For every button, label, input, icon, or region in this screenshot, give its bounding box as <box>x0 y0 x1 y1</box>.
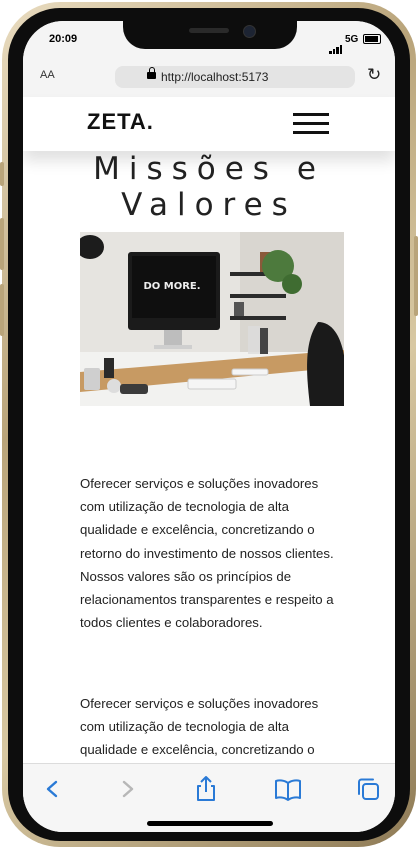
front-camera <box>243 25 256 38</box>
volume-down-button <box>0 284 4 336</box>
speaker <box>189 28 229 33</box>
page-title: Missões e Valores <box>93 151 325 223</box>
bookmarks-icon[interactable] <box>273 774 303 804</box>
forward-arrow-icon[interactable] <box>113 774 143 804</box>
site-header: ZETA. <box>23 97 395 151</box>
hero-image: DO MORE. <box>80 232 344 406</box>
site-logo[interactable]: ZETA. <box>87 109 154 135</box>
desk-photo: DO MORE. <box>80 232 344 406</box>
tabs-icon[interactable] <box>353 774 383 804</box>
mute-switch <box>0 162 4 186</box>
power-button <box>414 236 418 316</box>
notch <box>123 21 297 49</box>
signal-icon <box>329 36 343 54</box>
hamburger-menu-icon[interactable] <box>293 113 329 135</box>
reload-icon[interactable]: ↻ <box>367 66 381 83</box>
screen-text: DO MORE. <box>143 281 200 292</box>
status-time: 20:09 <box>49 33 78 45</box>
browser-toolbar <box>23 763 395 832</box>
page-content: Missões e Valores DO MORE. Oferecer serv… <box>23 151 395 763</box>
lock-icon <box>147 67 156 79</box>
network-label: 5G <box>345 34 359 45</box>
back-arrow-icon[interactable] <box>37 774 67 804</box>
browser-address-bar: AA http://localhost:5173 ↻ <box>23 61 395 98</box>
text-size-button[interactable]: AA <box>40 69 55 81</box>
share-icon[interactable] <box>191 774 221 804</box>
volume-up-button <box>0 218 4 270</box>
mission-paragraph-2: Oferecer serviços e soluções inovadores … <box>80 696 319 758</box>
url-field[interactable]: http://localhost:5173 <box>115 66 355 88</box>
battery-icon <box>363 34 381 44</box>
home-indicator <box>147 821 273 826</box>
url-text: http://localhost:5173 <box>161 70 269 84</box>
mission-paragraph-1: Oferecer serviços e soluções inovadores … <box>80 476 334 631</box>
phone-screen: 20:09 5G AA http://localhost:5173 ↻ ZETA… <box>23 21 395 832</box>
